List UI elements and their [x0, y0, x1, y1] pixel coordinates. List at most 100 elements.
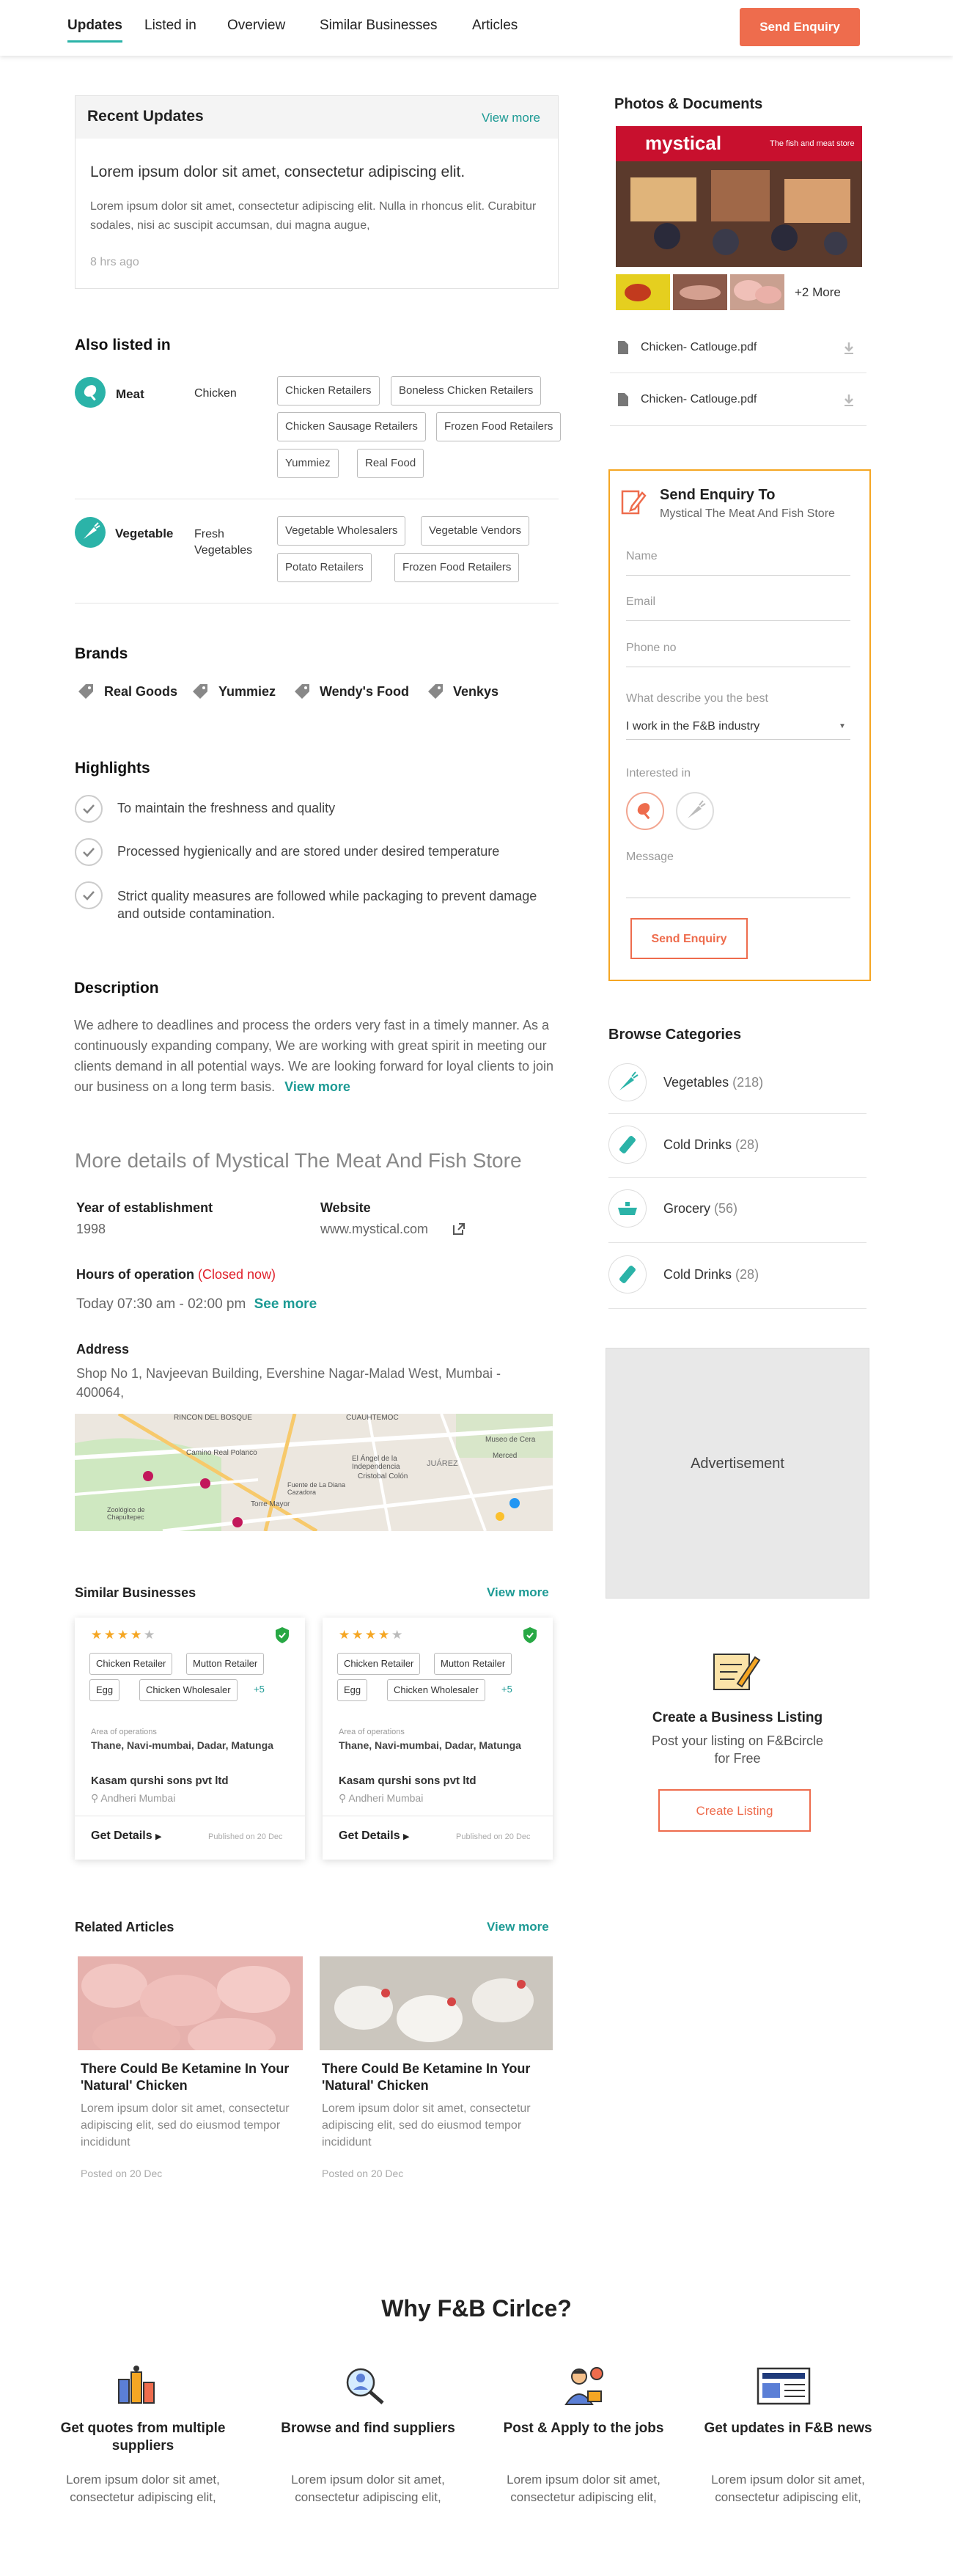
- listed-group-vegetable-name: Vegetable: [115, 526, 174, 540]
- name-input[interactable]: Name: [626, 550, 658, 563]
- star-icon: ★: [352, 1628, 364, 1642]
- tag-boneless-chicken-retailers[interactable]: Boneless Chicken Retailers: [391, 376, 542, 406]
- browse-item-cold-drinks[interactable]: Cold Drinks (28): [663, 1267, 759, 1283]
- listed-group-vegetable-sub: Fresh Vegetables: [194, 528, 253, 557]
- description-view-more-link[interactable]: View more: [284, 1079, 350, 1094]
- similar-title: Similar Businesses: [75, 1585, 196, 1600]
- article-title[interactable]: There Could Be Ketamine In Your 'Natural…: [322, 2061, 546, 2094]
- article-image[interactable]: [78, 1956, 303, 2050]
- why-item-title: Get updates in F&B news: [704, 2421, 872, 2436]
- tag-chicken-retailers[interactable]: Chicken Retailers: [277, 376, 380, 406]
- browse-item-cold-drinks[interactable]: Cold Drinks (28): [663, 1137, 759, 1153]
- biz-tag: Mutton Retailer: [186, 1653, 265, 1675]
- why-item-title: Post & Apply to the jobs: [503, 2421, 664, 2436]
- star-icon: ★: [391, 1628, 403, 1642]
- download-icon[interactable]: [843, 342, 855, 359]
- tag-real-food[interactable]: Real Food: [357, 449, 424, 478]
- check-icon: [75, 795, 103, 823]
- website-link[interactable]: www.mystical.com: [320, 1222, 428, 1237]
- tag-vegetable-wholesalers[interactable]: Vegetable Wholesalers: [277, 516, 406, 546]
- articles-view-more-link[interactable]: View more: [487, 1920, 549, 1934]
- document-icon: [617, 340, 629, 359]
- update-body: Lorem ipsum dolor sit amet, consectetur …: [90, 200, 537, 232]
- article-image[interactable]: [320, 1956, 553, 2050]
- photos-more-link[interactable]: +2 More: [795, 285, 841, 300]
- article-title[interactable]: There Could Be Ketamine In Your 'Natural…: [81, 2061, 305, 2094]
- photo-thumbnail[interactable]: [616, 274, 670, 310]
- hours-see-more-link[interactable]: See more: [254, 1296, 317, 1312]
- business-name: Kasam qurshi sons pvt ltd: [91, 1775, 229, 1787]
- describe-label: What describe you the best: [626, 692, 768, 705]
- business-card[interactable]: ★ ★ ★ ★ ★ Chicken Retailer Mutton Retail…: [75, 1618, 305, 1860]
- photo-thumbnail[interactable]: [673, 274, 727, 310]
- star-icon: ★: [365, 1628, 377, 1642]
- enquiry-submit-button[interactable]: Send Enquiry: [630, 918, 748, 959]
- chevron-down-icon[interactable]: ▼: [839, 722, 846, 730]
- tag-frozen-food-retailers[interactable]: Frozen Food Retailers: [394, 553, 520, 582]
- location-map[interactable]: RINCON DEL BOSQUE CUAUHTEMOC Camino Real…: [75, 1414, 553, 1531]
- tab-listed-in[interactable]: Listed in: [144, 18, 196, 43]
- brand-real-goods[interactable]: Real Goods: [104, 684, 177, 700]
- tab-articles[interactable]: Articles: [472, 18, 518, 43]
- phone-input[interactable]: Phone no: [626, 642, 677, 655]
- published-date: Published on 20 Dec: [208, 1832, 283, 1841]
- send-enquiry-button[interactable]: Send Enquiry: [740, 8, 860, 46]
- get-details-link[interactable]: Get Details ▶: [91, 1830, 162, 1843]
- describe-select[interactable]: I work in the F&B industry: [626, 720, 759, 733]
- tab-overview[interactable]: Overview: [227, 18, 285, 43]
- email-input[interactable]: Email: [626, 595, 655, 609]
- business-name: Kasam qurshi sons pvt ltd: [339, 1775, 476, 1787]
- top-navigation: Updates Listed in Overview Similar Busin…: [0, 0, 953, 56]
- brand-venkys[interactable]: Venkys: [453, 684, 498, 700]
- tag-potato-retailers[interactable]: Potato Retailers: [277, 553, 372, 582]
- brand-tag-icon: [426, 682, 445, 705]
- area-value: Thane, Navi-mumbai, Dadar, Matunga: [339, 1739, 521, 1751]
- browse-item-grocery[interactable]: Grocery (56): [663, 1201, 737, 1217]
- enquiry-form: Send Enquiry To Mystical The Meat And Fi…: [608, 469, 871, 981]
- star-icon: ★: [104, 1628, 116, 1642]
- star-icon: ★: [117, 1628, 129, 1642]
- similar-view-more-link[interactable]: View more: [487, 1585, 549, 1600]
- tab-similar-businesses[interactable]: Similar Businesses: [320, 18, 438, 43]
- tag-frozen-food-retailers[interactable]: Frozen Food Retailers: [436, 412, 562, 441]
- listed-group-meat-name: Meat: [116, 387, 144, 401]
- browse-item-vegetables[interactable]: Vegetables (218): [663, 1075, 763, 1090]
- document-name[interactable]: Chicken- Catlouge.pdf: [641, 341, 757, 354]
- photo-thumbnail[interactable]: [730, 274, 784, 310]
- map-label: Camino Real Polanco: [186, 1449, 257, 1457]
- external-link-icon[interactable]: [452, 1222, 466, 1240]
- brand-yummiez[interactable]: Yummiez: [218, 684, 276, 700]
- hours-row: Hours of operation (Closed now): [76, 1267, 276, 1283]
- tag-chicken-sausage-retailers[interactable]: Chicken Sausage Retailers: [277, 412, 426, 441]
- area-label: Area of operations: [91, 1728, 157, 1736]
- create-listing-button[interactable]: Create Listing: [658, 1789, 811, 1832]
- map-label: CUAUHTEMOC: [346, 1414, 399, 1422]
- interest-meat-toggle[interactable]: [626, 792, 664, 830]
- message-input[interactable]: Message: [626, 851, 674, 864]
- star-icon: ★: [91, 1628, 103, 1642]
- update-headline: Lorem ipsum dolor sit amet, consectetur …: [90, 164, 466, 180]
- biz-more-tags[interactable]: +5: [254, 1684, 265, 1695]
- interest-vegetable-toggle[interactable]: [676, 792, 714, 830]
- cold-drinks-category-icon: [608, 1255, 647, 1293]
- star-icon: ★: [144, 1628, 155, 1642]
- biz-more-tags[interactable]: +5: [501, 1684, 512, 1695]
- brand-wendys-food[interactable]: Wendy's Food: [320, 684, 409, 700]
- document-name[interactable]: Chicken- Catlouge.pdf: [641, 393, 757, 406]
- tag-yummiez[interactable]: Yummiez: [277, 449, 339, 478]
- article-excerpt: Lorem ipsum dolor sit amet, consectetur …: [81, 2102, 290, 2148]
- store-photo[interactable]: mystical The fish and meat store: [616, 126, 862, 267]
- tag-vegetable-vendors[interactable]: Vegetable Vendors: [421, 516, 529, 546]
- download-icon[interactable]: [843, 394, 855, 411]
- business-card[interactable]: ★ ★ ★ ★ ★ Chicken Retailer Mutton Retail…: [323, 1618, 553, 1860]
- arrow-right-icon: ▶: [155, 1832, 162, 1841]
- get-details-link[interactable]: Get Details ▶: [339, 1830, 410, 1843]
- recent-updates-view-more-link[interactable]: View more: [482, 111, 540, 125]
- advertisement-slot[interactable]: Advertisement: [606, 1348, 869, 1599]
- hours-label: Hours of operation: [76, 1267, 194, 1282]
- check-icon: [75, 838, 103, 866]
- tab-updates[interactable]: Updates: [67, 18, 122, 43]
- enquiry-title: Send Enquiry To: [660, 487, 776, 503]
- biz-tag: Chicken Wholesaler: [139, 1679, 238, 1701]
- recent-updates-card: Recent Updates View more Lorem ipsum dol…: [75, 95, 559, 289]
